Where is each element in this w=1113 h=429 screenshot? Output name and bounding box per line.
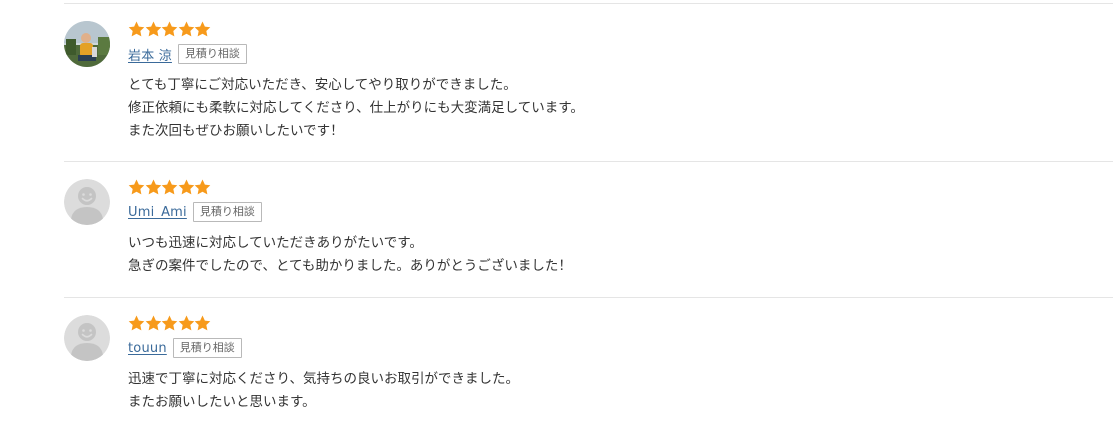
divider: [64, 161, 1113, 162]
star-icon: [178, 21, 195, 37]
review-comment: とても丁寧にご対応いただき、安心してやり取りができました。 修正依頼にも柔軟に対…: [128, 74, 1098, 143]
username-link[interactable]: touun: [128, 341, 167, 356]
service-type-badge: 見積り相談: [177, 44, 247, 64]
review-comment: いつも迅速に対応していただきありがたいです。 急ぎの案件でしたので、とても助かり…: [128, 232, 1098, 278]
username-link[interactable]: 岩本 涼: [128, 45, 172, 64]
default-user-icon[interactable]: [64, 179, 110, 225]
star-icon: [194, 21, 211, 37]
review-comment: 迅速で丁寧に対応くださり、気持ちの良いお取引ができました。 またお願いしたいと思…: [128, 368, 1098, 414]
divider: [64, 297, 1113, 298]
star-icon: [128, 21, 145, 37]
star-icon: [161, 179, 178, 195]
comment-line: 迅速で丁寧に対応くださり、気持ちの良いお取引ができました。: [128, 371, 519, 387]
star-icon: [178, 179, 195, 195]
user-avatar-photo[interactable]: [64, 21, 110, 67]
rating-stars: [128, 179, 1098, 197]
star-icon: [145, 21, 162, 37]
service-type-badge: 見積り相談: [192, 202, 262, 222]
comment-line: また次回もぜひお願いしたいです！: [128, 123, 344, 139]
star-icon: [145, 315, 162, 331]
star-icon: [194, 315, 211, 331]
comment-line: とても丁寧にご対応いただき、安心してやり取りができました。: [128, 77, 517, 93]
comment-line: いつも迅速に対応していただきありがたいです。: [128, 235, 423, 251]
star-icon: [145, 179, 162, 195]
service-type-badge: 見積り相談: [172, 338, 242, 358]
star-icon: [178, 315, 195, 331]
rating-stars: [128, 315, 1098, 333]
star-icon: [128, 179, 145, 195]
star-icon: [161, 21, 178, 37]
star-icon: [161, 315, 178, 331]
divider: [64, 3, 1113, 4]
comment-line: またお願いしたいと思います。: [128, 394, 316, 410]
username-link[interactable]: Umi_Ami: [128, 205, 187, 220]
comment-line: 修正依頼にも柔軟に対応してくださり、仕上がりにも大変満足しています。: [128, 100, 584, 116]
comment-line: 急ぎの案件でしたので、とても助かりました。ありがとうございました！: [128, 258, 572, 274]
star-icon: [128, 315, 145, 331]
star-icon: [194, 179, 211, 195]
rating-stars: [128, 21, 1098, 39]
default-user-icon[interactable]: [64, 315, 110, 361]
review-list: 岩本 涼 見積り相談 とても丁寧にご対応いただき、安心してやり取りができました。…: [0, 0, 1113, 429]
